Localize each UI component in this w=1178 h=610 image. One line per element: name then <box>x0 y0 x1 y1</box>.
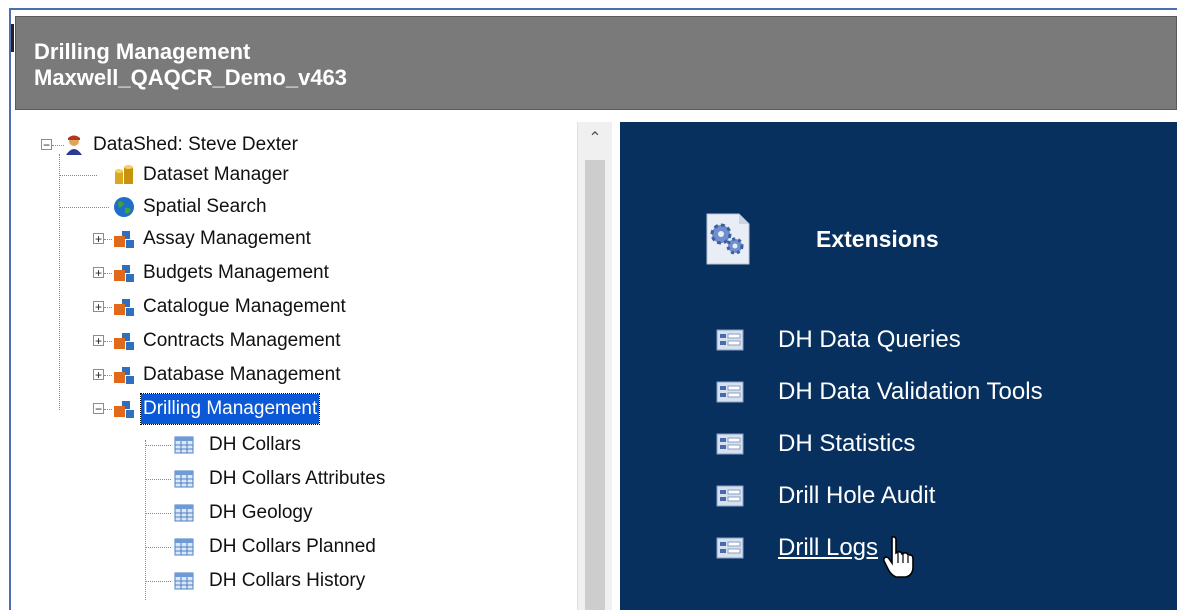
user-icon <box>66 135 82 155</box>
tree-item-catalogue-management[interactable]: + Catalogue Management <box>17 292 557 322</box>
header-bar: Drilling Management Maxwell_QAQCR_Demo_v… <box>15 16 1177 110</box>
table-icon <box>174 436 194 454</box>
tree-child-label: DH Geology <box>209 502 313 523</box>
tree-child-dh-collars-attributes[interactable]: DH Collars Attributes <box>17 464 557 494</box>
tree-item-label: Contracts Management <box>143 330 341 351</box>
database-cylinders-icon <box>115 165 133 184</box>
tree-item-label: Budgets Management <box>143 262 329 283</box>
tree-item-label: Catalogue Management <box>143 296 346 317</box>
tree-child-dh-collars-planned[interactable]: DH Collars Planned <box>17 532 557 562</box>
link-dh-data-validation-tools[interactable]: DH Data Validation Tools <box>778 375 1043 409</box>
tree-item-assay-management[interactable]: + Assay Management <box>17 224 557 254</box>
module-icon <box>114 367 134 384</box>
expand-icon[interactable]: + <box>93 335 104 347</box>
extensions-panel: Extensions DH Data Queries DH Data Valid… <box>620 122 1177 610</box>
tree-item-budgets-management[interactable]: + Budgets Management <box>17 258 557 288</box>
collapse-icon[interactable]: − <box>41 139 52 151</box>
collapse-icon[interactable]: − <box>93 403 104 415</box>
tree-item-drilling-management[interactable]: − Drilling Management <box>17 393 557 425</box>
table-icon <box>174 470 194 488</box>
module-icon <box>114 333 134 350</box>
header-subtitle: Maxwell_QAQCR_Demo_v463 <box>34 65 348 90</box>
form-icon <box>716 433 744 455</box>
link-drill-hole-audit[interactable]: Drill Hole Audit <box>778 479 935 513</box>
tree-child-label: DH Collars History <box>209 570 366 591</box>
tree-item-label: Dataset Manager <box>143 164 289 185</box>
panel-title: Extensions <box>816 226 939 252</box>
hand-cursor-icon <box>882 535 914 578</box>
tree-item-contracts-management[interactable]: + Contracts Management <box>17 326 557 356</box>
link-dh-statistics[interactable]: DH Statistics <box>778 427 915 461</box>
gears-document-icon <box>706 213 750 265</box>
window-edge <box>11 24 14 52</box>
tree-scrollbar[interactable]: ⌃ <box>577 122 612 610</box>
tree-child-label: DH Collars Attributes <box>209 468 386 489</box>
header-title: Drilling Management <box>34 39 251 64</box>
table-icon <box>174 572 194 590</box>
form-icon <box>716 537 744 559</box>
expand-icon[interactable]: + <box>93 369 104 381</box>
tree-child-label: DH Collars <box>209 434 301 455</box>
globe-icon <box>114 197 134 217</box>
tree-item-database-management[interactable]: + Database Management <box>17 360 557 390</box>
form-icon <box>716 485 744 507</box>
navigation-tree: − DataShed: Steve Dexter Dataset Manager <box>17 122 577 610</box>
expand-icon[interactable]: + <box>93 233 104 245</box>
module-icon <box>114 231 134 248</box>
tree-item-spatial-search[interactable]: Spatial Search <box>17 192 557 222</box>
scrollbar-thumb[interactable] <box>585 160 605 610</box>
module-icon <box>114 265 134 282</box>
tree-item-label-selected: Drilling Management <box>139 393 321 425</box>
tree-item-dataset-manager[interactable]: Dataset Manager <box>17 160 557 190</box>
module-icon <box>114 299 134 316</box>
scroll-up-icon[interactable]: ⌃ <box>578 122 612 154</box>
expand-icon[interactable]: + <box>93 301 104 313</box>
module-icon <box>114 401 134 418</box>
tree-child-dh-collars[interactable]: DH Collars <box>17 430 557 460</box>
tree-root-label: DataShed: Steve Dexter <box>93 134 298 155</box>
form-icon <box>716 329 744 351</box>
link-dh-data-queries[interactable]: DH Data Queries <box>778 323 961 357</box>
form-icon <box>716 381 744 403</box>
expand-icon[interactable]: + <box>93 267 104 279</box>
tree-item-label: Spatial Search <box>143 196 267 217</box>
tree-item-label: Assay Management <box>143 228 311 249</box>
tree-item-label: Database Management <box>143 364 341 385</box>
tree-child-dh-geology[interactable]: DH Geology <box>17 498 557 528</box>
app-window: Drilling Management Maxwell_QAQCR_Demo_v… <box>9 8 1177 610</box>
tree-root[interactable]: − DataShed: Steve Dexter <box>17 130 557 160</box>
table-icon <box>174 538 194 556</box>
link-drill-logs[interactable]: Drill Logs <box>778 531 878 565</box>
tree-child-label: DH Collars Planned <box>209 536 376 557</box>
tree-child-dh-collars-history[interactable]: DH Collars History <box>17 566 557 596</box>
table-icon <box>174 504 194 522</box>
